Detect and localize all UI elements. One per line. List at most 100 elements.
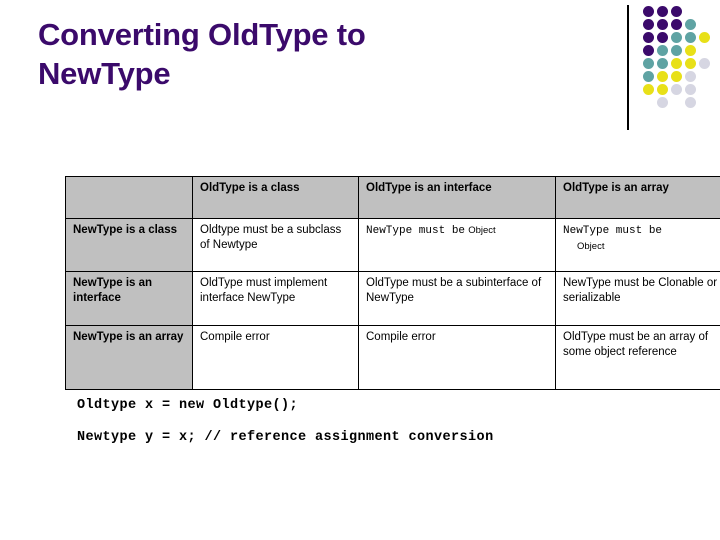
table-row: NewType is a class Oldtype must be a sub… <box>65 218 720 272</box>
dot-cell <box>698 32 712 45</box>
dot-teal-icon <box>685 32 696 43</box>
dot-teal-icon <box>643 58 654 69</box>
code-line-1: Oldtype x = new Oldtype(); <box>77 398 299 413</box>
dot-cell <box>670 71 684 84</box>
dot-teal-icon <box>657 58 668 69</box>
table-body: NewType is a class Oldtype must be a sub… <box>65 218 720 390</box>
dot-yellow-icon <box>671 58 682 69</box>
dot-lightgray-icon <box>671 84 682 95</box>
dot-yellow-icon <box>699 32 710 43</box>
dot-cell <box>656 32 670 45</box>
code-line-2: Newtype y = x; // reference assignment c… <box>77 430 494 445</box>
table-row-header-newtype-class: NewType is a class <box>65 218 193 272</box>
table-row-header-newtype-interface: NewType is an interface <box>65 271 193 326</box>
page-title-line-2: NewType <box>38 55 171 91</box>
table-corner-cell <box>65 176 193 219</box>
dot-cell <box>656 71 670 84</box>
code-sample: Oldtype x = new Oldtype(); Newtype y = x… <box>77 398 494 462</box>
table-row: NewType is an interface OldType must imp… <box>65 271 720 326</box>
dot-cell <box>684 45 698 58</box>
table-row-header-newtype-array: NewType is an array <box>65 325 193 390</box>
dot-cell <box>698 97 712 110</box>
table-column-header-oldtype-interface: OldType is an interface <box>358 176 556 219</box>
vertical-divider-line <box>627 5 629 130</box>
table-column-header-oldtype-class: OldType is a class <box>192 176 359 219</box>
dot-teal-icon <box>671 45 682 56</box>
dot-cell <box>642 6 656 19</box>
dot-lightgray-icon <box>699 58 710 69</box>
dot-purple-icon <box>643 32 654 43</box>
dot-yellow-icon <box>685 58 696 69</box>
dot-teal-icon <box>657 45 668 56</box>
table-row: NewType is an array Compile error Compil… <box>65 325 720 390</box>
dot-cell <box>698 84 712 97</box>
cell-text-main: NewType must be <box>366 225 466 237</box>
dot-yellow-icon <box>657 84 668 95</box>
dot-cell <box>642 97 656 110</box>
dot-purple-icon <box>643 19 654 30</box>
dot-cell <box>698 58 712 71</box>
dot-cell <box>684 84 698 97</box>
dot-teal-icon <box>643 71 654 82</box>
dot-cell <box>642 71 656 84</box>
dot-cell <box>642 58 656 71</box>
table-cell-class-interface: NewType must be Object <box>358 218 556 272</box>
dot-cell <box>642 84 656 97</box>
dot-cell <box>670 97 684 110</box>
dot-cell <box>656 84 670 97</box>
dot-purple-icon <box>657 19 668 30</box>
table-cell-class-array: NewType must be Object <box>555 218 720 272</box>
dot-yellow-icon <box>643 84 654 95</box>
decorative-dot-panel <box>620 0 720 140</box>
dot-cell <box>684 97 698 110</box>
dot-cell <box>684 71 698 84</box>
dot-cell <box>656 19 670 32</box>
table-header: OldType is a class OldType is an interfa… <box>65 176 720 219</box>
table-cell-interface-interface: OldType must be a subinterface of NewTyp… <box>358 271 556 326</box>
dot-cell <box>642 45 656 58</box>
table-column-header-oldtype-array: OldType is an array <box>555 176 720 219</box>
dot-yellow-icon <box>671 71 682 82</box>
dot-cell <box>698 19 712 32</box>
dot-grid-icon <box>642 6 712 110</box>
dot-cell <box>698 6 712 19</box>
dot-purple-icon <box>657 6 668 17</box>
dot-lightgray-icon <box>685 71 696 82</box>
dot-cell <box>670 58 684 71</box>
page-title-line-1: Converting OldType to <box>38 17 366 52</box>
dot-cell <box>684 19 698 32</box>
dot-lightgray-icon <box>657 97 668 108</box>
table-cell-array-class: Compile error <box>192 325 359 390</box>
dot-cell <box>656 45 670 58</box>
dot-teal-icon <box>685 19 696 30</box>
table-cell-array-array: OldType must be an array of some object … <box>555 325 720 390</box>
dot-cell <box>698 45 712 58</box>
dot-cell <box>642 32 656 45</box>
dot-cell <box>698 71 712 84</box>
dot-cell <box>656 58 670 71</box>
cell-text-object: Object <box>468 225 496 236</box>
dot-cell <box>684 58 698 71</box>
dot-cell <box>670 45 684 58</box>
dot-cell <box>670 6 684 19</box>
dot-cell <box>670 84 684 97</box>
dot-cell <box>656 6 670 19</box>
table-cell-array-interface: Compile error <box>358 325 556 390</box>
dot-cell <box>656 97 670 110</box>
page-title: Converting OldType to NewType <box>38 16 518 94</box>
dot-lightgray-icon <box>685 84 696 95</box>
dot-lightgray-icon <box>685 97 696 108</box>
dot-cell <box>670 32 684 45</box>
cell-text-main: NewType must be <box>563 225 663 237</box>
dot-purple-icon <box>643 45 654 56</box>
table-header-row: OldType is a class OldType is an interfa… <box>65 176 720 219</box>
dot-cell <box>670 19 684 32</box>
dot-purple-icon <box>643 6 654 17</box>
dot-yellow-icon <box>657 71 668 82</box>
dot-purple-icon <box>671 6 682 17</box>
dot-purple-icon <box>671 19 682 30</box>
table-cell-interface-class: OldType must implement interface NewType <box>192 271 359 326</box>
conversion-matrix-table: OldType is a class OldType is an interfa… <box>65 176 720 390</box>
dot-teal-icon <box>671 32 682 43</box>
cell-text-object: Object <box>577 240 605 252</box>
